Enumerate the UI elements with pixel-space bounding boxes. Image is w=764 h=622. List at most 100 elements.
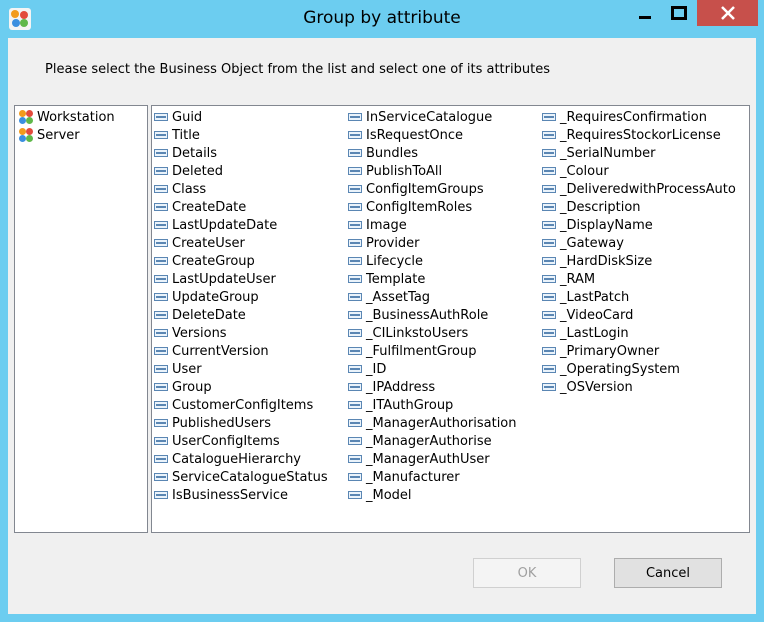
attribute-label: _ManagerAuthorise bbox=[366, 433, 492, 449]
attribute-label: _LastPatch bbox=[560, 289, 630, 305]
attribute-label: _BusinessAuthRole bbox=[366, 307, 489, 323]
attribute-item[interactable]: _Colour bbox=[542, 162, 736, 180]
attribute-item[interactable]: _ITAuthGroup bbox=[348, 396, 517, 414]
attribute-label: Provider bbox=[366, 235, 420, 251]
attribute-label: DeleteDate bbox=[172, 307, 246, 323]
attribute-item[interactable]: CreateGroup bbox=[154, 252, 328, 270]
close-button[interactable] bbox=[697, 0, 758, 26]
attribute-item[interactable]: _FulfilmentGroup bbox=[348, 342, 517, 360]
attribute-item[interactable]: LastUpdateDate bbox=[154, 216, 328, 234]
attribute-label: Group bbox=[172, 379, 212, 395]
title-bar: Group by attribute bbox=[0, 0, 764, 38]
attribute-item[interactable]: CurrentVersion bbox=[154, 342, 328, 360]
attribute-item[interactable]: _Gateway bbox=[542, 234, 736, 252]
cancel-button[interactable]: Cancel bbox=[614, 558, 722, 588]
attribute-item[interactable]: _Manufacturer bbox=[348, 468, 517, 486]
attribute-item[interactable]: Bundles bbox=[348, 144, 517, 162]
attribute-item[interactable]: _DisplayName bbox=[542, 216, 736, 234]
business-object-list[interactable]: Workstation Server bbox=[14, 105, 148, 533]
attribute-label: _OperatingSystem bbox=[560, 361, 680, 377]
attribute-item[interactable]: _CILinkstoUsers bbox=[348, 324, 517, 342]
attribute-item[interactable]: Group bbox=[154, 378, 328, 396]
attribute-field-icon bbox=[154, 329, 168, 337]
attribute-item[interactable]: _ManagerAuthorise bbox=[348, 432, 517, 450]
attribute-label: _ManagerAuthorisation bbox=[366, 415, 517, 431]
attribute-item[interactable]: Details bbox=[154, 144, 328, 162]
attribute-item[interactable]: ServiceCatalogueStatus bbox=[154, 468, 328, 486]
attribute-item[interactable]: _RequiresStockorLicense bbox=[542, 126, 736, 144]
attribute-item[interactable]: _ManagerAuthorisation bbox=[348, 414, 517, 432]
attribute-item[interactable]: CatalogueHierarchy bbox=[154, 450, 328, 468]
minimize-button[interactable] bbox=[629, 0, 661, 26]
attribute-label: Image bbox=[366, 217, 407, 233]
attribute-item[interactable]: PublishToAll bbox=[348, 162, 517, 180]
attribute-field-icon bbox=[348, 275, 362, 283]
attribute-label: ConfigItemGroups bbox=[366, 181, 484, 197]
attribute-item[interactable]: _OSVersion bbox=[542, 378, 736, 396]
attribute-item[interactable]: _AssetTag bbox=[348, 288, 517, 306]
attribute-field-icon bbox=[154, 491, 168, 499]
attribute-field-icon bbox=[154, 347, 168, 355]
attribute-item[interactable]: Deleted bbox=[154, 162, 328, 180]
attribute-item[interactable]: _SerialNumber bbox=[542, 144, 736, 162]
attribute-item[interactable]: _RAM bbox=[542, 270, 736, 288]
list-item-workstation[interactable]: Workstation bbox=[16, 108, 115, 126]
attribute-item[interactable]: _IPAddress bbox=[348, 378, 517, 396]
attribute-item[interactable]: InServiceCatalogue bbox=[348, 108, 517, 126]
attribute-item[interactable]: Versions bbox=[154, 324, 328, 342]
attribute-item[interactable]: _ManagerAuthUser bbox=[348, 450, 517, 468]
attribute-item[interactable]: _LastPatch bbox=[542, 288, 736, 306]
attribute-field-icon bbox=[348, 293, 362, 301]
attribute-label: _RequiresConfirmation bbox=[560, 109, 707, 125]
maximize-button[interactable] bbox=[662, 0, 696, 26]
attribute-item[interactable]: _LastLogin bbox=[542, 324, 736, 342]
attribute-item[interactable]: _VideoCard bbox=[542, 306, 736, 324]
attribute-field-icon bbox=[348, 383, 362, 391]
attribute-label: IsRequestOnce bbox=[366, 127, 464, 143]
attribute-item[interactable]: _DeliveredwithProcessAuto bbox=[542, 180, 736, 198]
attribute-item[interactable]: IsRequestOnce bbox=[348, 126, 517, 144]
attribute-field-icon bbox=[154, 401, 168, 409]
attribute-field-icon bbox=[542, 131, 556, 139]
attribute-item[interactable]: CreateDate bbox=[154, 198, 328, 216]
attribute-item[interactable]: _OperatingSystem bbox=[542, 360, 736, 378]
attribute-label: ConfigItemRoles bbox=[366, 199, 473, 215]
attribute-list[interactable]: Guid Title Details Deleted Class CreateDate La… bbox=[151, 105, 750, 533]
attribute-item[interactable]: CreateUser bbox=[154, 234, 328, 252]
attribute-item[interactable]: Class bbox=[154, 180, 328, 198]
attribute-item[interactable]: LastUpdateUser bbox=[154, 270, 328, 288]
attribute-field-icon bbox=[348, 473, 362, 481]
attribute-item[interactable]: Lifecycle bbox=[348, 252, 517, 270]
attribute-item[interactable]: _Description bbox=[542, 198, 736, 216]
attribute-label: Bundles bbox=[366, 145, 419, 161]
attribute-label: Details bbox=[172, 145, 218, 161]
attribute-item[interactable]: ConfigItemGroups bbox=[348, 180, 517, 198]
attribute-item[interactable]: Provider bbox=[348, 234, 517, 252]
attribute-item[interactable]: _Model bbox=[348, 486, 517, 504]
attribute-item[interactable]: Guid bbox=[154, 108, 328, 126]
attribute-label: LastUpdateDate bbox=[172, 217, 278, 233]
attribute-item[interactable]: _ID bbox=[348, 360, 517, 378]
attribute-label: _RAM bbox=[560, 271, 596, 287]
attribute-item[interactable]: Title bbox=[154, 126, 328, 144]
attribute-item[interactable]: _BusinessAuthRole bbox=[348, 306, 517, 324]
list-item-server[interactable]: Server bbox=[16, 126, 80, 144]
attribute-item[interactable]: DeleteDate bbox=[154, 306, 328, 324]
ok-button[interactable]: OK bbox=[473, 558, 581, 588]
attribute-item[interactable]: CustomerConfigItems bbox=[154, 396, 328, 414]
attribute-item[interactable]: User bbox=[154, 360, 328, 378]
attribute-item[interactable]: _RequiresConfirmation bbox=[542, 108, 736, 126]
attribute-item[interactable]: _HardDiskSize bbox=[542, 252, 736, 270]
attribute-item[interactable]: IsBusinessService bbox=[154, 486, 328, 504]
attribute-field-icon bbox=[348, 113, 362, 121]
attribute-item[interactable]: Image bbox=[348, 216, 517, 234]
attribute-field-icon bbox=[154, 419, 168, 427]
attribute-label: CreateGroup bbox=[172, 253, 255, 269]
attribute-field-icon bbox=[542, 275, 556, 283]
attribute-item[interactable]: PublishedUsers bbox=[154, 414, 328, 432]
attribute-item[interactable]: UserConfigItems bbox=[154, 432, 328, 450]
attribute-item[interactable]: _PrimaryOwner bbox=[542, 342, 736, 360]
attribute-item[interactable]: ConfigItemRoles bbox=[348, 198, 517, 216]
attribute-item[interactable]: Template bbox=[348, 270, 517, 288]
attribute-item[interactable]: UpdateGroup bbox=[154, 288, 328, 306]
